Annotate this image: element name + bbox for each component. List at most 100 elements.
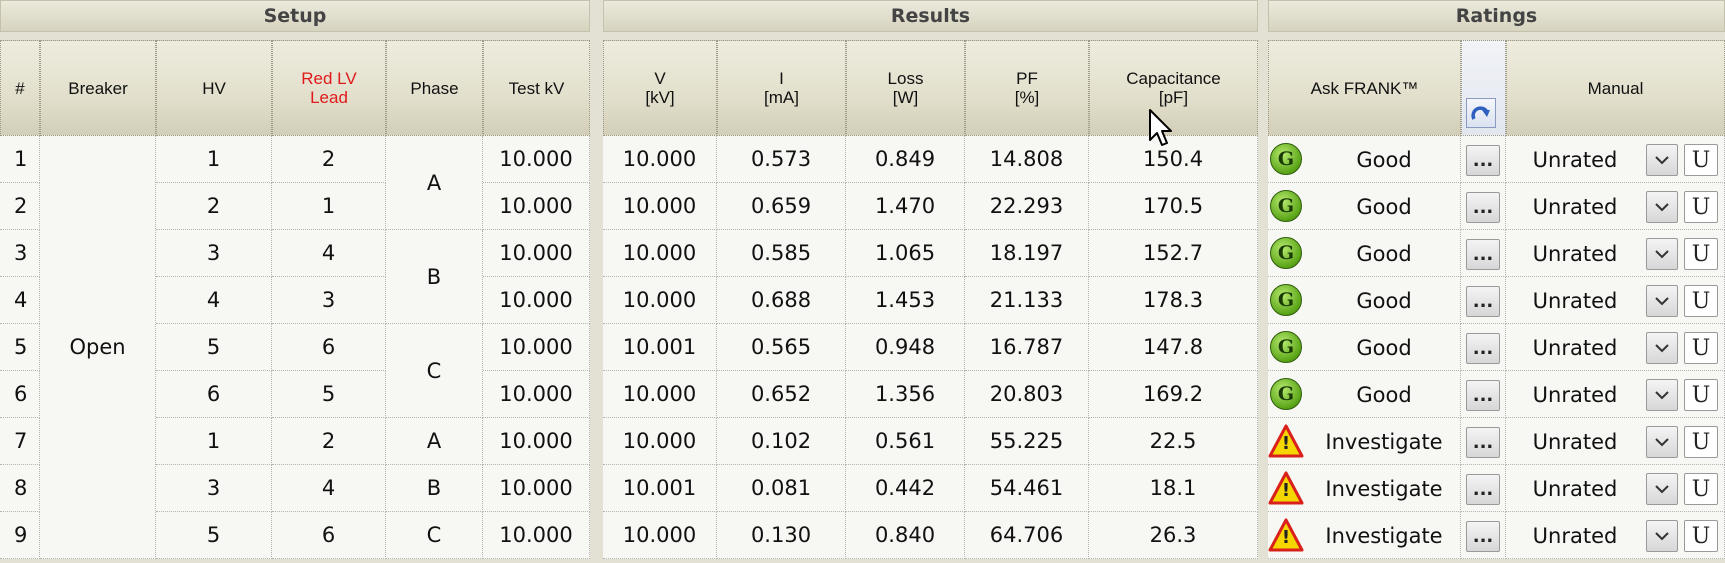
cell-loss[interactable]: 0.849 — [846, 136, 965, 183]
manual-rating-dropdown-button[interactable] — [1646, 379, 1678, 411]
cell-phase[interactable]: A — [386, 418, 483, 465]
cell-power-factor[interactable]: 54.461 — [965, 465, 1089, 512]
cell-current[interactable]: 0.659 — [717, 183, 846, 230]
cell-phase[interactable]: C — [386, 324, 483, 418]
cell-capacitance[interactable]: 147.8 — [1089, 324, 1258, 371]
rating-details-button[interactable]: ... — [1466, 145, 1500, 176]
cell-test-kv[interactable]: 10.000 — [483, 512, 590, 559]
cell-loss[interactable]: 0.840 — [846, 512, 965, 559]
cell-power-factor[interactable]: 22.293 — [965, 183, 1089, 230]
column-header-phase[interactable]: Phase — [386, 40, 483, 136]
cell-capacitance[interactable]: 26.3 — [1089, 512, 1258, 559]
manual-rating-dropdown-button[interactable] — [1646, 285, 1678, 317]
cell-breaker[interactable]: Open — [40, 136, 156, 559]
cell-power-factor[interactable]: 18.197 — [965, 230, 1089, 277]
cell-power-factor[interactable]: 55.225 — [965, 418, 1089, 465]
cell-number[interactable]: 6 — [0, 371, 40, 418]
cell-red-lv-lead[interactable]: 4 — [272, 465, 386, 512]
cell-test-kv[interactable]: 10.000 — [483, 277, 590, 324]
cell-loss[interactable]: 0.948 — [846, 324, 965, 371]
cell-power-factor[interactable]: 16.787 — [965, 324, 1089, 371]
manual-rating-value[interactable]: Unrated — [1508, 465, 1642, 512]
cell-capacitance[interactable]: 170.5 — [1089, 183, 1258, 230]
cell-capacitance[interactable]: 169.2 — [1089, 371, 1258, 418]
manual-rating-value[interactable]: Unrated — [1508, 512, 1642, 559]
cell-red-lv-lead[interactable]: 5 — [272, 371, 386, 418]
cell-test-kv[interactable]: 10.000 — [483, 230, 590, 277]
manual-rating-u-button[interactable]: U — [1684, 285, 1718, 317]
manual-rating-dropdown-button[interactable] — [1646, 144, 1678, 176]
cell-red-lv-lead[interactable]: 4 — [272, 230, 386, 277]
cell-voltage[interactable]: 10.001 — [603, 324, 717, 371]
cell-hv[interactable]: 1 — [156, 418, 272, 465]
cell-voltage[interactable]: 10.000 — [603, 512, 717, 559]
cell-phase[interactable]: B — [386, 465, 483, 512]
cell-capacitance[interactable]: 152.7 — [1089, 230, 1258, 277]
column-header-breaker[interactable]: Breaker — [40, 40, 156, 136]
cell-current[interactable]: 0.102 — [717, 418, 846, 465]
manual-rating-dropdown-button[interactable] — [1646, 191, 1678, 223]
cell-loss[interactable]: 1.470 — [846, 183, 965, 230]
cell-loss[interactable]: 0.561 — [846, 418, 965, 465]
cell-voltage[interactable]: 10.001 — [603, 465, 717, 512]
cell-capacitance[interactable]: 22.5 — [1089, 418, 1258, 465]
cell-phase[interactable]: A — [386, 136, 483, 230]
manual-rating-dropdown-button[interactable] — [1646, 473, 1678, 505]
column-header-red-lv-lead[interactable]: Red LV Lead — [272, 40, 386, 136]
cell-voltage[interactable]: 10.000 — [603, 136, 717, 183]
cell-test-kv[interactable]: 10.000 — [483, 136, 590, 183]
manual-rating-u-button[interactable]: U — [1684, 144, 1718, 176]
rating-details-button[interactable]: ... — [1466, 333, 1500, 364]
column-header-voltage[interactable]: V [kV] — [603, 40, 717, 136]
cell-hv[interactable]: 5 — [156, 324, 272, 371]
cell-test-kv[interactable]: 10.000 — [483, 324, 590, 371]
refresh-ratings-button[interactable] — [1466, 98, 1496, 128]
cell-phase[interactable]: C — [386, 512, 483, 559]
column-header-hv[interactable]: HV — [156, 40, 272, 136]
column-header-number[interactable]: # — [0, 40, 40, 136]
cell-number[interactable]: 8 — [0, 465, 40, 512]
cell-number[interactable]: 5 — [0, 324, 40, 371]
manual-rating-value[interactable]: Unrated — [1508, 230, 1642, 277]
manual-rating-value[interactable]: Unrated — [1508, 324, 1642, 371]
cell-number[interactable]: 2 — [0, 183, 40, 230]
cell-test-kv[interactable]: 10.000 — [483, 183, 590, 230]
cell-hv[interactable]: 3 — [156, 230, 272, 277]
cell-power-factor[interactable]: 20.803 — [965, 371, 1089, 418]
rating-details-button[interactable]: ... — [1466, 192, 1500, 223]
cell-hv[interactable]: 5 — [156, 512, 272, 559]
rating-details-button[interactable]: ... — [1466, 521, 1500, 552]
cell-number[interactable]: 9 — [0, 512, 40, 559]
manual-rating-value[interactable]: Unrated — [1508, 183, 1642, 230]
cell-power-factor[interactable]: 14.808 — [965, 136, 1089, 183]
cell-current[interactable]: 0.573 — [717, 136, 846, 183]
manual-rating-value[interactable]: Unrated — [1508, 371, 1642, 418]
manual-rating-u-button[interactable]: U — [1684, 191, 1718, 223]
cell-hv[interactable]: 1 — [156, 136, 272, 183]
cell-red-lv-lead[interactable]: 3 — [272, 277, 386, 324]
manual-rating-u-button[interactable]: U — [1684, 426, 1718, 458]
cell-current[interactable]: 0.585 — [717, 230, 846, 277]
cell-red-lv-lead[interactable]: 2 — [272, 418, 386, 465]
column-header-manual[interactable]: Manual — [1506, 40, 1725, 136]
cell-loss[interactable]: 1.065 — [846, 230, 965, 277]
rating-details-button[interactable]: ... — [1466, 380, 1500, 411]
cell-test-kv[interactable]: 10.000 — [483, 465, 590, 512]
cell-voltage[interactable]: 10.000 — [603, 183, 717, 230]
manual-rating-u-button[interactable]: U — [1684, 379, 1718, 411]
cell-current[interactable]: 0.565 — [717, 324, 846, 371]
cell-number[interactable]: 3 — [0, 230, 40, 277]
manual-rating-dropdown-button[interactable] — [1646, 332, 1678, 364]
cell-current[interactable]: 0.652 — [717, 371, 846, 418]
cell-power-factor[interactable]: 64.706 — [965, 512, 1089, 559]
cell-capacitance[interactable]: 18.1 — [1089, 465, 1258, 512]
manual-rating-value[interactable]: Unrated — [1508, 136, 1642, 183]
rating-details-button[interactable]: ... — [1466, 474, 1500, 505]
manual-rating-u-button[interactable]: U — [1684, 473, 1718, 505]
cell-red-lv-lead[interactable]: 1 — [272, 183, 386, 230]
cell-red-lv-lead[interactable]: 2 — [272, 136, 386, 183]
cell-loss[interactable]: 1.453 — [846, 277, 965, 324]
cell-red-lv-lead[interactable]: 6 — [272, 512, 386, 559]
cell-current[interactable]: 0.130 — [717, 512, 846, 559]
cell-red-lv-lead[interactable]: 6 — [272, 324, 386, 371]
